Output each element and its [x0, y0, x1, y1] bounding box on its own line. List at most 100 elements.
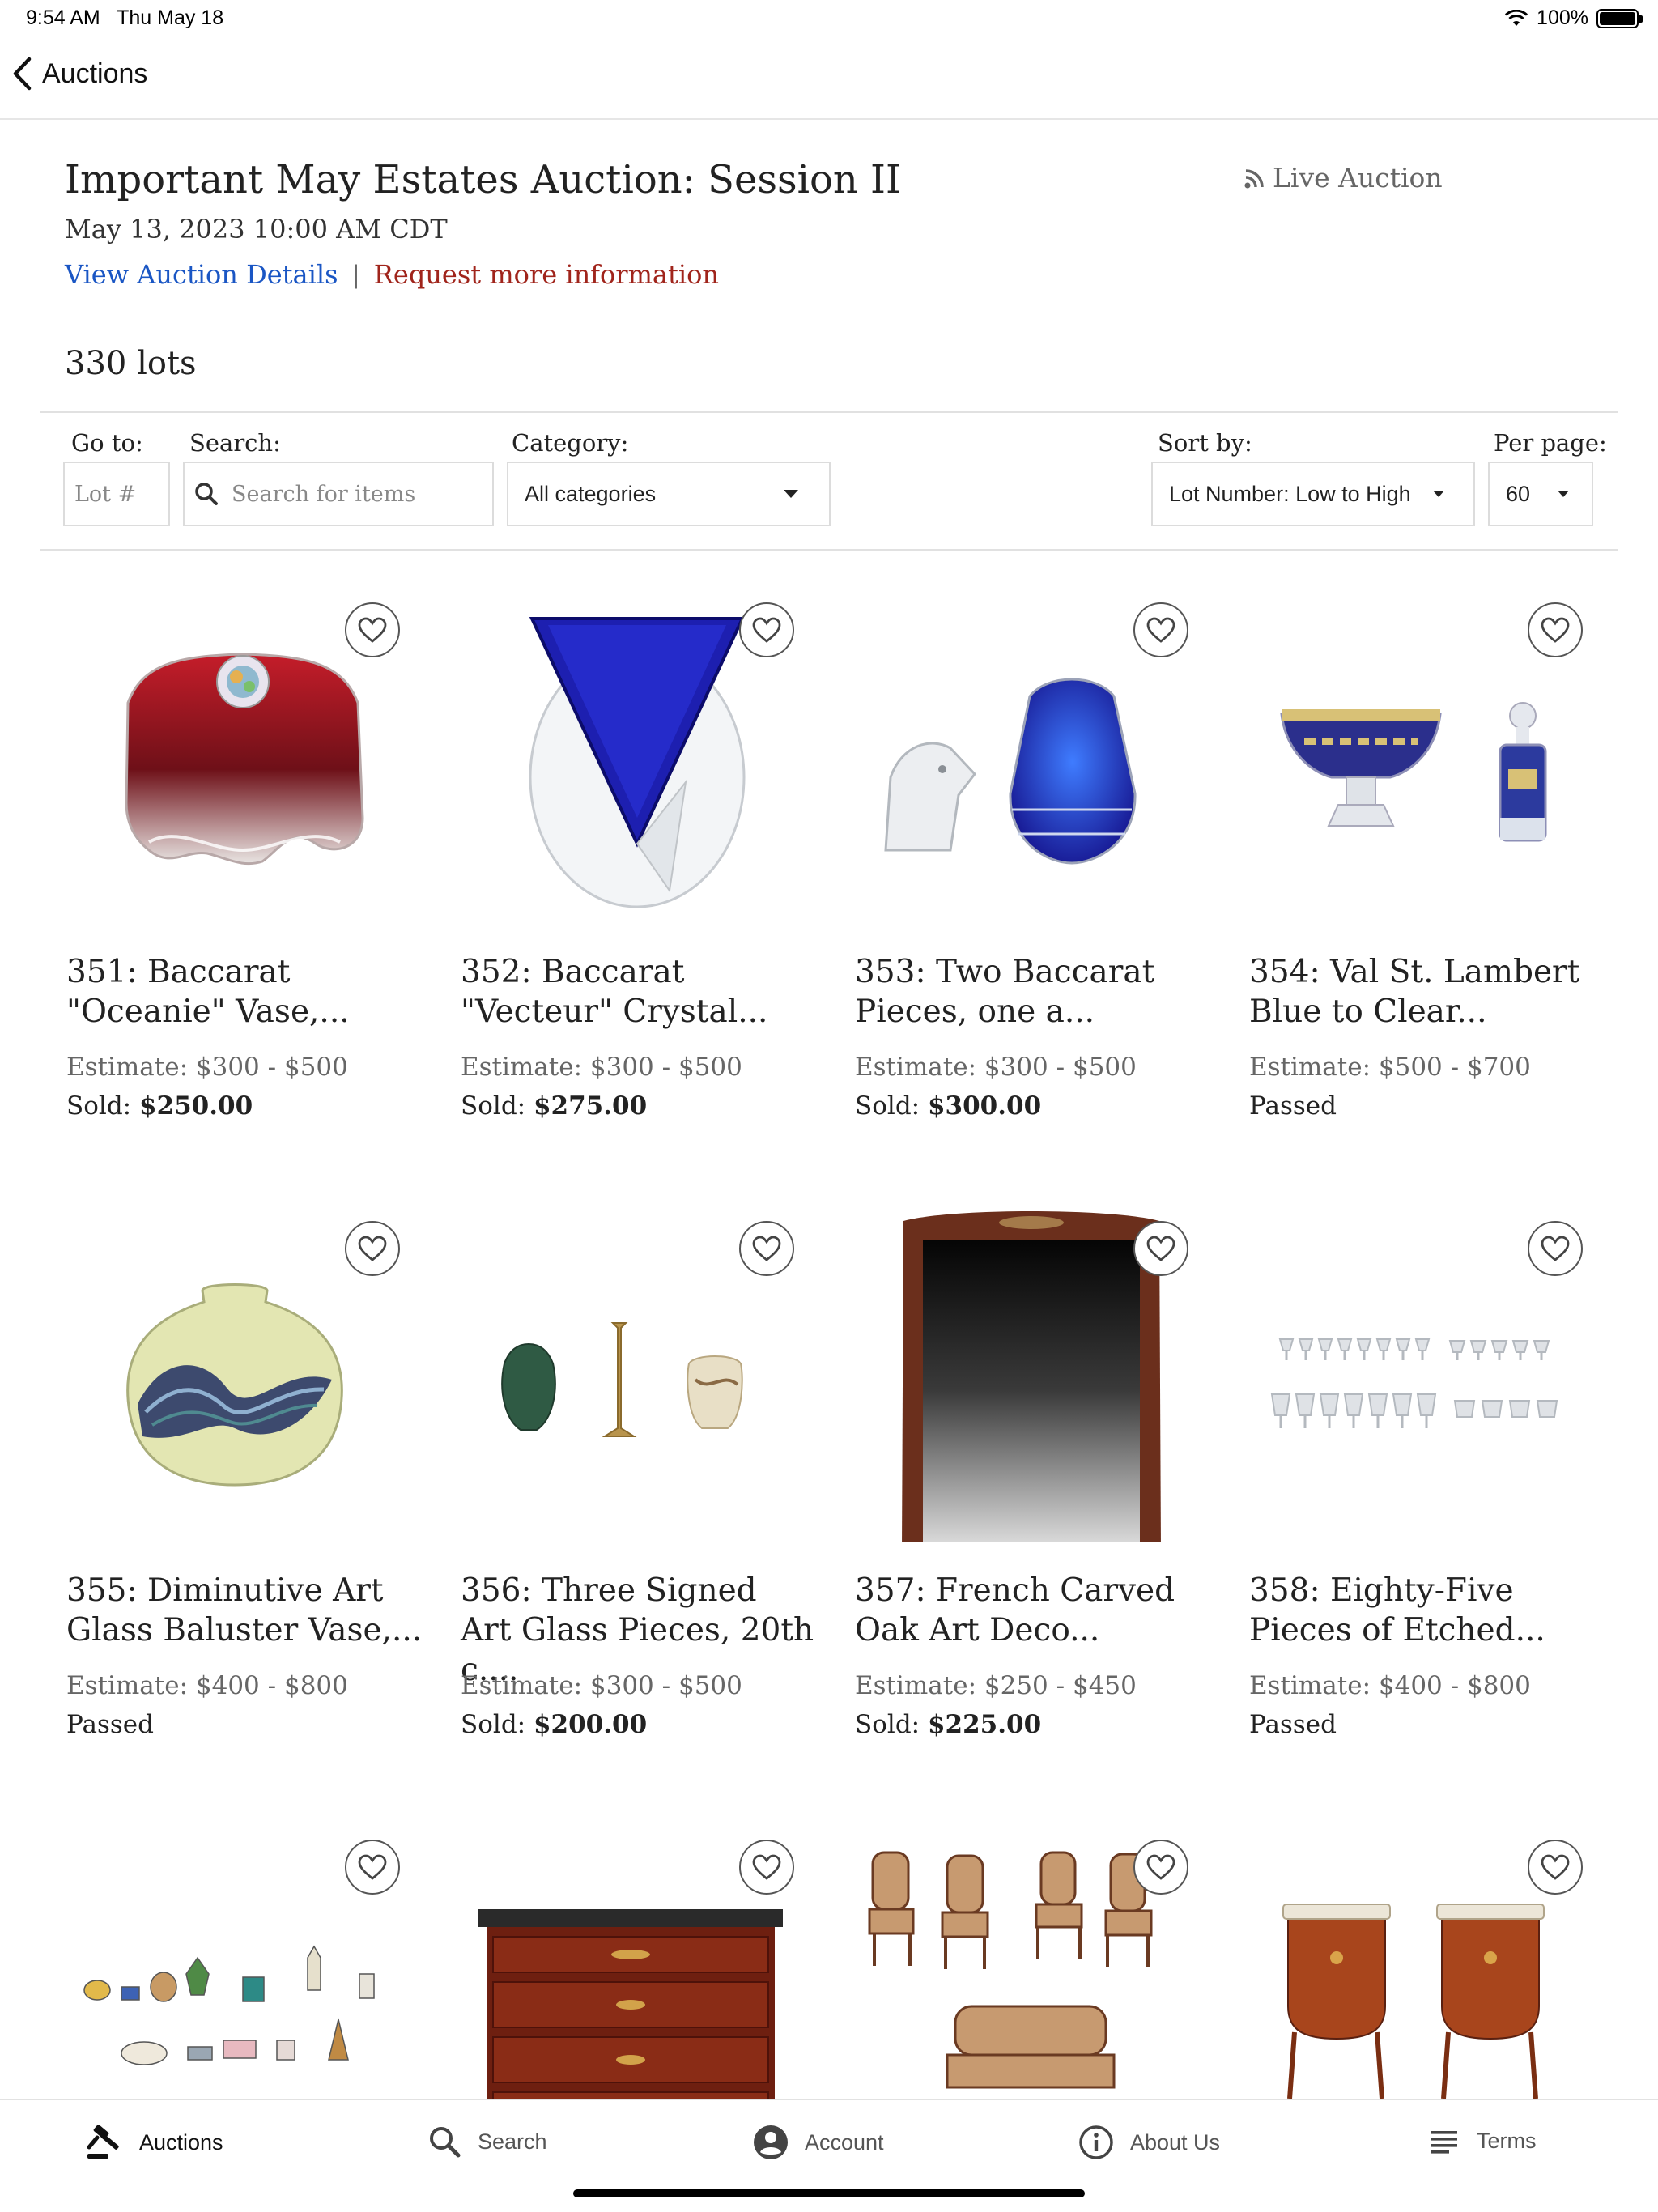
lot-price: $275.00 [533, 1091, 648, 1121]
lot-card[interactable] [853, 1820, 1209, 2099]
heart-icon [752, 617, 781, 643]
request-info-link[interactable]: Request more information [374, 259, 719, 290]
search-label: Search: [189, 429, 281, 457]
tab-auctions[interactable]: Auctions [84, 2125, 223, 2160]
perpage-select[interactable]: 60 [1488, 462, 1593, 526]
favorite-button[interactable] [345, 602, 400, 657]
gavel-icon [87, 2125, 119, 2159]
heart-icon [1541, 1236, 1570, 1261]
lot-estimate: Estimate: $300 - $500 [461, 1671, 742, 1700]
lot-price: $200.00 [533, 1710, 648, 1739]
lot-result: Passed [1249, 1710, 1337, 1739]
favorite-button[interactable] [1528, 1221, 1583, 1276]
tab-account[interactable]: Account [753, 2125, 884, 2160]
favorite-button[interactable] [345, 1221, 400, 1276]
heart-icon [358, 1236, 387, 1261]
search-input[interactable]: Search for items [183, 462, 494, 526]
category-label: Category: [512, 429, 629, 457]
info-icon [1079, 2125, 1113, 2159]
dropdown-caret-icon [784, 490, 798, 498]
lot-card[interactable]: 352: Baccarat "Vecteur" Crystal... Estim… [459, 583, 815, 1134]
heart-icon [358, 1854, 387, 1880]
heart-icon [1146, 1236, 1175, 1261]
sort-select[interactable]: Lot Number: Low to High [1151, 462, 1475, 526]
lot-title[interactable]: 353: Two Baccarat Pieces, one a... [855, 952, 1211, 1032]
home-indicator[interactable] [573, 2189, 1085, 2197]
status-time: 9:54 AM Thu May 18 [26, 6, 224, 29]
heart-icon [1146, 1854, 1175, 1880]
dropdown-caret-icon [1433, 491, 1444, 497]
lot-title[interactable]: 351: Baccarat "Oceanie" Vase,... [66, 952, 423, 1032]
favorite-button[interactable] [739, 602, 794, 657]
favorite-button[interactable] [345, 1840, 400, 1895]
lot-card[interactable] [459, 1820, 815, 2099]
lot-result: Sold: $250.00 [66, 1091, 253, 1121]
lot-price: $300.00 [927, 1091, 1042, 1121]
favorite-button[interactable] [1133, 1840, 1188, 1895]
lot-card[interactable]: 358: Eighty-Five Pieces of Etched... Est… [1248, 1202, 1604, 1752]
lot-estimate: Estimate: $400 - $800 [66, 1671, 348, 1700]
lot-card[interactable]: 351: Baccarat "Oceanie" Vase,... Estimat… [65, 583, 421, 1134]
lot-price: $250.00 [138, 1091, 253, 1121]
tab-search[interactable]: Search [427, 2125, 547, 2159]
wifi-icon [1504, 9, 1528, 26]
rss-icon [1244, 168, 1264, 188]
lot-card[interactable]: 357: French Carved Oak Art Deco... Estim… [853, 1202, 1209, 1752]
favorite-button[interactable] [739, 1840, 794, 1895]
tab-about-us[interactable]: About Us [1078, 2125, 1220, 2160]
perpage-value: 60 [1506, 481, 1531, 506]
lot-card[interactable] [1248, 1820, 1604, 2099]
account-icon [754, 2125, 788, 2159]
heart-icon [358, 617, 387, 643]
status-indicators: 100% [1504, 6, 1643, 30]
heart-icon [1541, 1854, 1570, 1880]
perpage-label: Per page: [1494, 429, 1607, 457]
auction-title: Important May Estates Auction: Session I… [65, 157, 901, 202]
lot-card[interactable] [65, 1820, 421, 2099]
lot-title[interactable]: 355: Diminutive Art Glass Baluster Vase,… [66, 1571, 423, 1650]
back-button[interactable]: Auctions [11, 57, 147, 91]
category-value: All categories [525, 481, 657, 506]
lot-card[interactable]: 353: Two Baccarat Pieces, one a... Estim… [853, 583, 1209, 1134]
goto-lot-input[interactable]: Lot # [63, 462, 170, 526]
lot-status: Sold: [855, 1091, 920, 1121]
lot-count: 330 lots [65, 345, 197, 382]
lot-result: Sold: $300.00 [855, 1091, 1041, 1121]
tab-search-label: Search [478, 2129, 547, 2154]
search-placeholder: Search for items [232, 481, 416, 507]
lot-title[interactable]: 354: Val St. Lambert Blue to Clear... [1249, 952, 1605, 1032]
live-auction-link[interactable]: Live Auction [1244, 162, 1443, 194]
live-auction-label: Live Auction [1273, 162, 1443, 194]
lot-status: Passed [66, 1710, 154, 1739]
back-label: Auctions [42, 57, 148, 89]
lot-card[interactable]: 354: Val St. Lambert Blue to Clear... Es… [1248, 583, 1604, 1134]
view-auction-details-link[interactable]: View Auction Details [65, 259, 338, 290]
tab-account-label: Account [805, 2129, 884, 2155]
lot-title[interactable]: 357: French Carved Oak Art Deco... [855, 1571, 1211, 1650]
heart-icon [1146, 617, 1175, 643]
lot-title[interactable]: 352: Baccarat "Vecteur" Crystal... [461, 952, 817, 1032]
favorite-button[interactable] [1133, 1221, 1188, 1276]
lot-estimate: Estimate: $500 - $700 [1249, 1053, 1531, 1082]
favorite-button[interactable] [739, 1221, 794, 1276]
favorite-button[interactable] [1133, 602, 1188, 657]
lot-status: Passed [1249, 1710, 1337, 1739]
search-icon [195, 483, 218, 505]
tab-terms[interactable]: Terms [1428, 2125, 1537, 2157]
lot-title[interactable]: 358: Eighty-Five Pieces of Etched... [1249, 1571, 1605, 1650]
lot-estimate: Estimate: $250 - $450 [855, 1671, 1137, 1700]
favorite-button[interactable] [1528, 1840, 1583, 1895]
auction-links: View Auction Details | Request more info… [65, 259, 719, 290]
goto-placeholder: Lot # [74, 481, 137, 507]
lot-status: Sold: [855, 1710, 920, 1739]
lot-status: Sold: [461, 1091, 526, 1121]
category-select[interactable]: All categories [507, 462, 831, 526]
lot-card[interactable]: 355: Diminutive Art Glass Baluster Vase,… [65, 1202, 423, 1752]
favorite-button[interactable] [1528, 602, 1583, 657]
lot-estimate: Estimate: $300 - $500 [855, 1053, 1137, 1082]
lot-estimate: Estimate: $400 - $800 [1249, 1671, 1531, 1700]
heart-icon [1541, 617, 1570, 643]
battery-icon [1596, 8, 1643, 28]
heart-icon [752, 1854, 781, 1880]
lot-card[interactable]: 356: Three Signed Art Glass Pieces, 20th… [459, 1202, 815, 1752]
